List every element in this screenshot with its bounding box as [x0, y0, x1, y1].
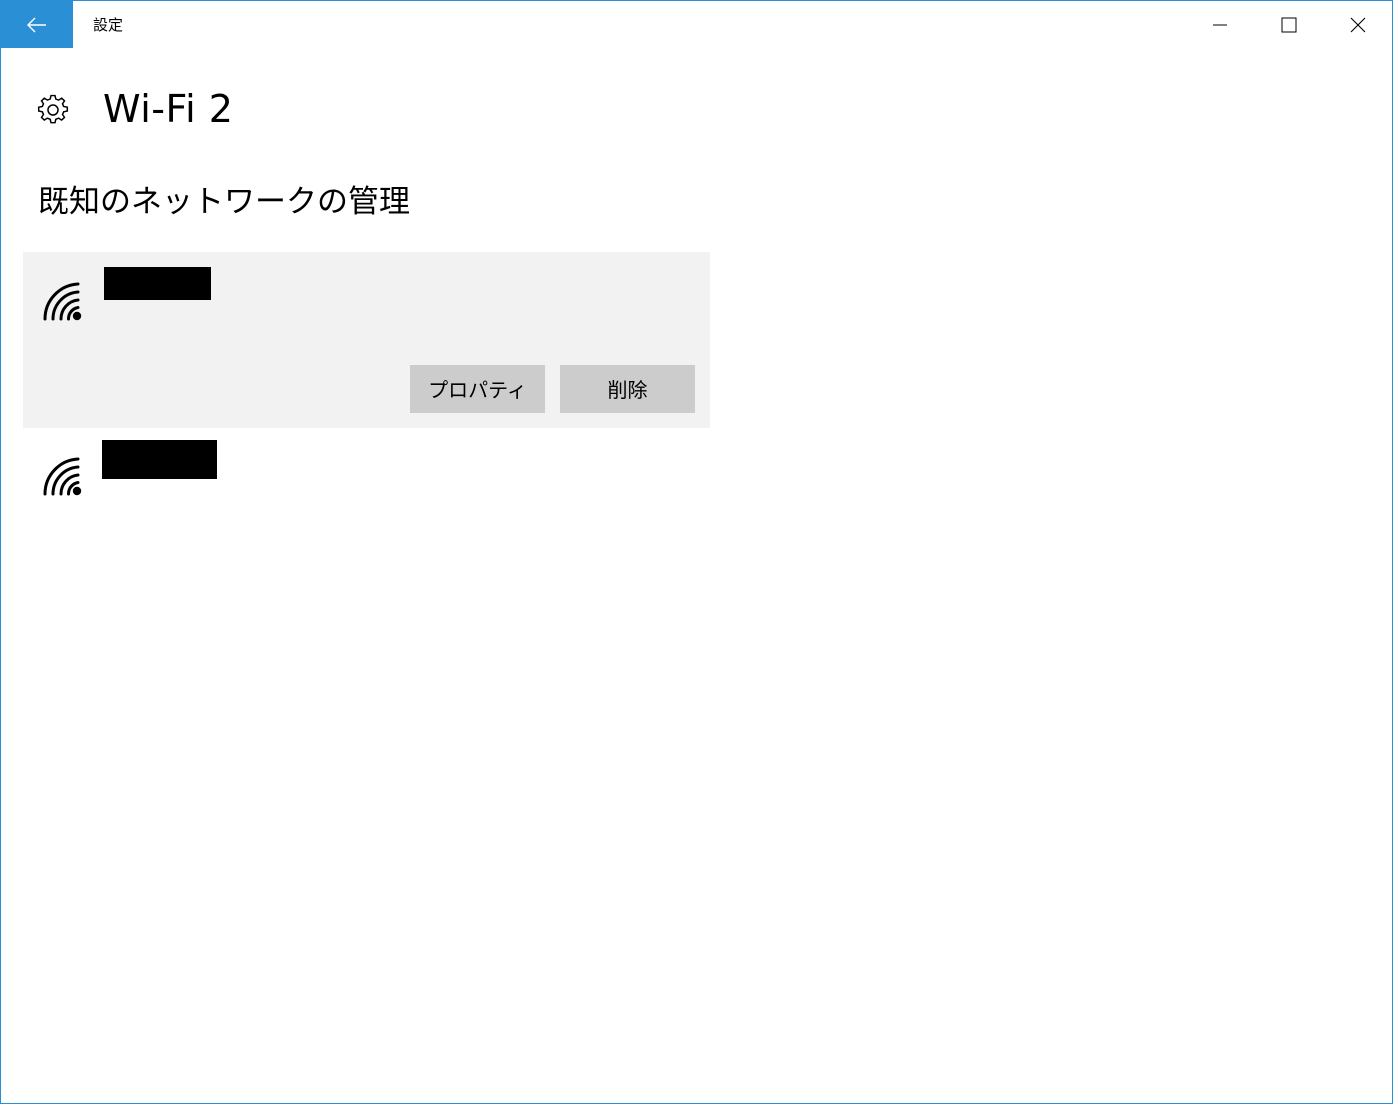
maximize-icon [1281, 17, 1296, 32]
maximize-button[interactable] [1254, 1, 1323, 48]
close-button[interactable] [1323, 1, 1392, 48]
settings-window: 設定 Wi-Fi 2 既知のネットワークの管理 プロパティ 削除 [0, 0, 1393, 1104]
title-bar: 設定 [1, 1, 1392, 49]
wifi-signal-icon [43, 457, 82, 496]
gear-icon [37, 94, 69, 126]
properties-button[interactable]: プロパティ [410, 365, 545, 413]
back-button[interactable] [1, 1, 73, 48]
page-header [37, 85, 69, 135]
delete-button[interactable]: 削除 [560, 365, 695, 413]
section-title: 既知のネットワークの管理 [38, 184, 410, 220]
network-name-redacted [102, 440, 217, 479]
network-list-item[interactable] [23, 431, 710, 511]
minimize-icon [1212, 24, 1227, 25]
network-list-item[interactable]: プロパティ 削除 [23, 252, 710, 428]
close-icon [1350, 17, 1365, 32]
minimize-button[interactable] [1185, 1, 1254, 48]
window-title: 設定 [93, 16, 124, 34]
page-title: Wi-Fi 2 [103, 87, 234, 131]
network-name-redacted [104, 267, 211, 300]
wifi-signal-icon [43, 282, 82, 321]
back-arrow-icon [27, 17, 46, 32]
